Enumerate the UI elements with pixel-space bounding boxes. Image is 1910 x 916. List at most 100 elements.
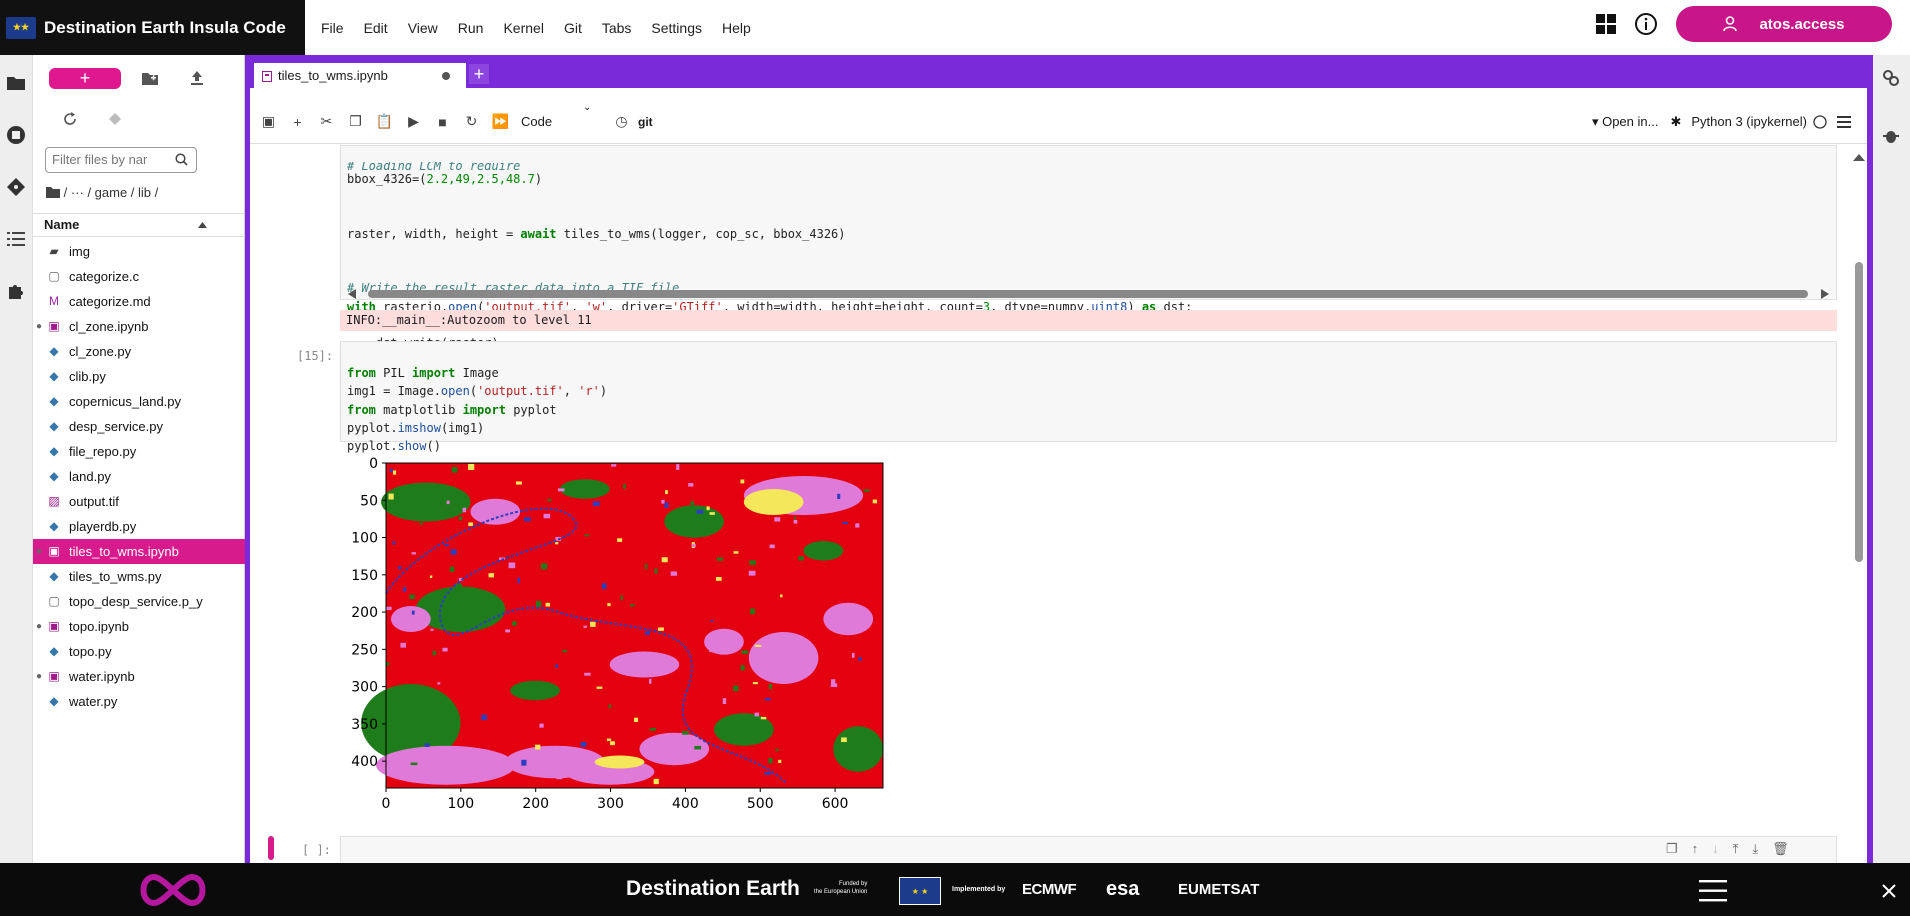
menu-tabs[interactable]: Tabs <box>592 20 642 36</box>
save-icon[interactable]: ▣ <box>254 113 283 130</box>
file-item[interactable]: ◆ playerdb.py <box>33 514 245 539</box>
move-up-icon[interactable]: ↑ <box>1692 841 1699 857</box>
apps-grid-icon[interactable] <box>1596 14 1616 34</box>
bug-icon[interactable]: ✱ <box>1670 114 1681 130</box>
run-icon[interactable]: ▶ <box>399 113 428 130</box>
debugger-icon[interactable] <box>1882 127 1900 145</box>
new-folder-icon[interactable] <box>142 71 158 85</box>
toc-icon[interactable] <box>6 229 26 249</box>
eu-flag-icon: ★ ★ <box>899 877 941 905</box>
vertical-scrollbar[interactable] <box>1852 152 1866 572</box>
horizontal-scrollbar[interactable] <box>340 287 1837 301</box>
file-item[interactable]: ● ▣ cl_zone.ipynb <box>33 314 245 339</box>
delete-cell-icon[interactable]: 🗑 <box>1772 841 1789 857</box>
property-inspector-icon[interactable] <box>1882 69 1900 87</box>
file-item[interactable]: ● ▣ tiles_to_wms.ipynb <box>33 539 245 564</box>
file-item[interactable]: ◆ clib.py <box>33 364 245 389</box>
landcover-speck <box>688 483 694 487</box>
menu-git[interactable]: Git <box>554 20 592 36</box>
landcover-patch <box>381 482 471 522</box>
landcover-speck <box>505 629 511 633</box>
kernel-name[interactable]: Python 3 (ipykernel) <box>1691 114 1807 129</box>
duplicate-cell-icon[interactable]: ❐ <box>1666 841 1678 857</box>
move-down-icon[interactable]: ↓ <box>1712 841 1719 857</box>
file-item[interactable]: ◆ cl_zone.py <box>33 339 245 364</box>
info-icon[interactable] <box>1634 12 1658 36</box>
file-name: land.py <box>69 469 111 484</box>
history-icon[interactable]: ◷ <box>607 113 636 130</box>
menu-file[interactable]: File <box>311 20 354 36</box>
menu-icon[interactable] <box>1837 115 1851 128</box>
landcover-patch <box>748 632 819 684</box>
refresh-icon[interactable] <box>63 112 77 126</box>
file-item[interactable]: ◆ copernicus_land.py <box>33 389 245 414</box>
landcover-speck <box>709 646 715 653</box>
insert-below-icon[interactable]: ⤓ <box>1752 841 1758 857</box>
code-cell-2[interactable]: from PIL import Image img1 = Image.open('… <box>340 341 1837 453</box>
paste-icon[interactable]: 📋 <box>370 113 399 130</box>
python-icon: ◆ <box>49 644 59 658</box>
file-item[interactable]: ● ▣ water.ipynb <box>33 664 245 689</box>
insert-above-icon[interactable]: ⤒ <box>1733 841 1739 857</box>
empty-code-cell[interactable] <box>340 836 1837 863</box>
unsaved-dot-icon[interactable] <box>442 72 450 80</box>
stop-icon[interactable]: ■ <box>428 114 457 130</box>
file-icon: ▢ <box>48 594 60 608</box>
git-clone-icon[interactable] <box>108 112 122 126</box>
file-item[interactable]: ◆ land.py <box>33 464 245 489</box>
new-launcher-button[interactable]: + <box>49 68 121 89</box>
hamburger-menu-icon[interactable] <box>1699 880 1727 902</box>
folder-icon[interactable] <box>6 73 26 93</box>
extensions-icon[interactable] <box>6 281 26 301</box>
user-name: atos.access <box>1759 15 1845 33</box>
folder-icon[interactable] <box>46 186 60 198</box>
landcover-patch <box>470 498 521 525</box>
landcover-speck <box>743 734 746 739</box>
file-item[interactable]: ◆ file_repo.py <box>33 439 245 464</box>
file-item[interactable]: ▢ topo_desp_service.p_y <box>33 589 245 614</box>
run-all-icon[interactable]: ⏩ <box>486 113 515 130</box>
file-item[interactable]: ◆ tiles_to_wms.py <box>33 564 245 589</box>
close-icon[interactable] <box>1882 884 1896 898</box>
landcover-speck <box>842 521 849 525</box>
breadcrumb[interactable]: / ··· / game / lib / <box>46 185 158 200</box>
user-account-button[interactable]: atos.access <box>1676 6 1892 42</box>
menu-help[interactable]: Help <box>712 20 761 36</box>
upload-icon[interactable] <box>191 71 203 85</box>
landcover-patch <box>559 479 610 499</box>
landcover-speck <box>775 748 779 752</box>
menu-settings[interactable]: Settings <box>641 20 712 36</box>
file-item[interactable]: ◆ topo.py <box>33 639 245 664</box>
menu-view[interactable]: View <box>398 20 448 36</box>
menu-run[interactable]: Run <box>448 20 494 36</box>
git-icon[interactable] <box>6 177 26 197</box>
landcover-speck <box>449 566 455 572</box>
restart-icon[interactable]: ↻ <box>457 113 486 130</box>
file-item[interactable]: ◆ water.py <box>33 689 245 714</box>
file-item[interactable]: ◆ desp_service.py <box>33 414 245 439</box>
menu-kernel[interactable]: Kernel <box>493 20 553 36</box>
landcover-speck <box>774 517 781 522</box>
file-item[interactable]: ▢ categorize.c <box>33 264 245 289</box>
landcover-speck <box>432 651 437 656</box>
landcover-speck <box>488 573 495 578</box>
new-tab-button[interactable]: + <box>469 64 489 84</box>
code-cell-1[interactable]: # Loading LCM to require bbox_4326=(2.2,4… <box>340 145 1837 350</box>
tab-tiles-to-wms[interactable]: tiles_to_wms.ipynb <box>254 61 466 89</box>
copy-icon[interactable]: ❐ <box>341 113 370 130</box>
file-item[interactable]: Mcategorize.md <box>33 289 245 314</box>
insert-cell-icon[interactable]: + <box>283 114 312 130</box>
column-header-name[interactable]: Name <box>33 213 245 237</box>
open-in-dropdown[interactable]: ▾ Open in... <box>1592 114 1659 130</box>
app-brand[interactable]: ★★ Destination Earth Insula Code <box>0 0 305 55</box>
cell-type-select[interactable]: Code ⌄ <box>515 102 607 129</box>
file-item[interactable]: ▰ img <box>33 239 245 264</box>
file-item[interactable]: ● ▣ topo.ipynb <box>33 614 245 639</box>
file-item[interactable]: ▨ output.tif <box>33 489 245 514</box>
running-indicator-icon: ● <box>36 546 43 557</box>
git-button[interactable]: git <box>638 115 653 129</box>
cut-icon[interactable]: ✂ <box>312 113 341 130</box>
menu-edit[interactable]: Edit <box>354 20 398 36</box>
running-kernels-icon[interactable] <box>6 125 26 145</box>
filter-files-input[interactable]: Filter files by nar <box>45 147 197 173</box>
